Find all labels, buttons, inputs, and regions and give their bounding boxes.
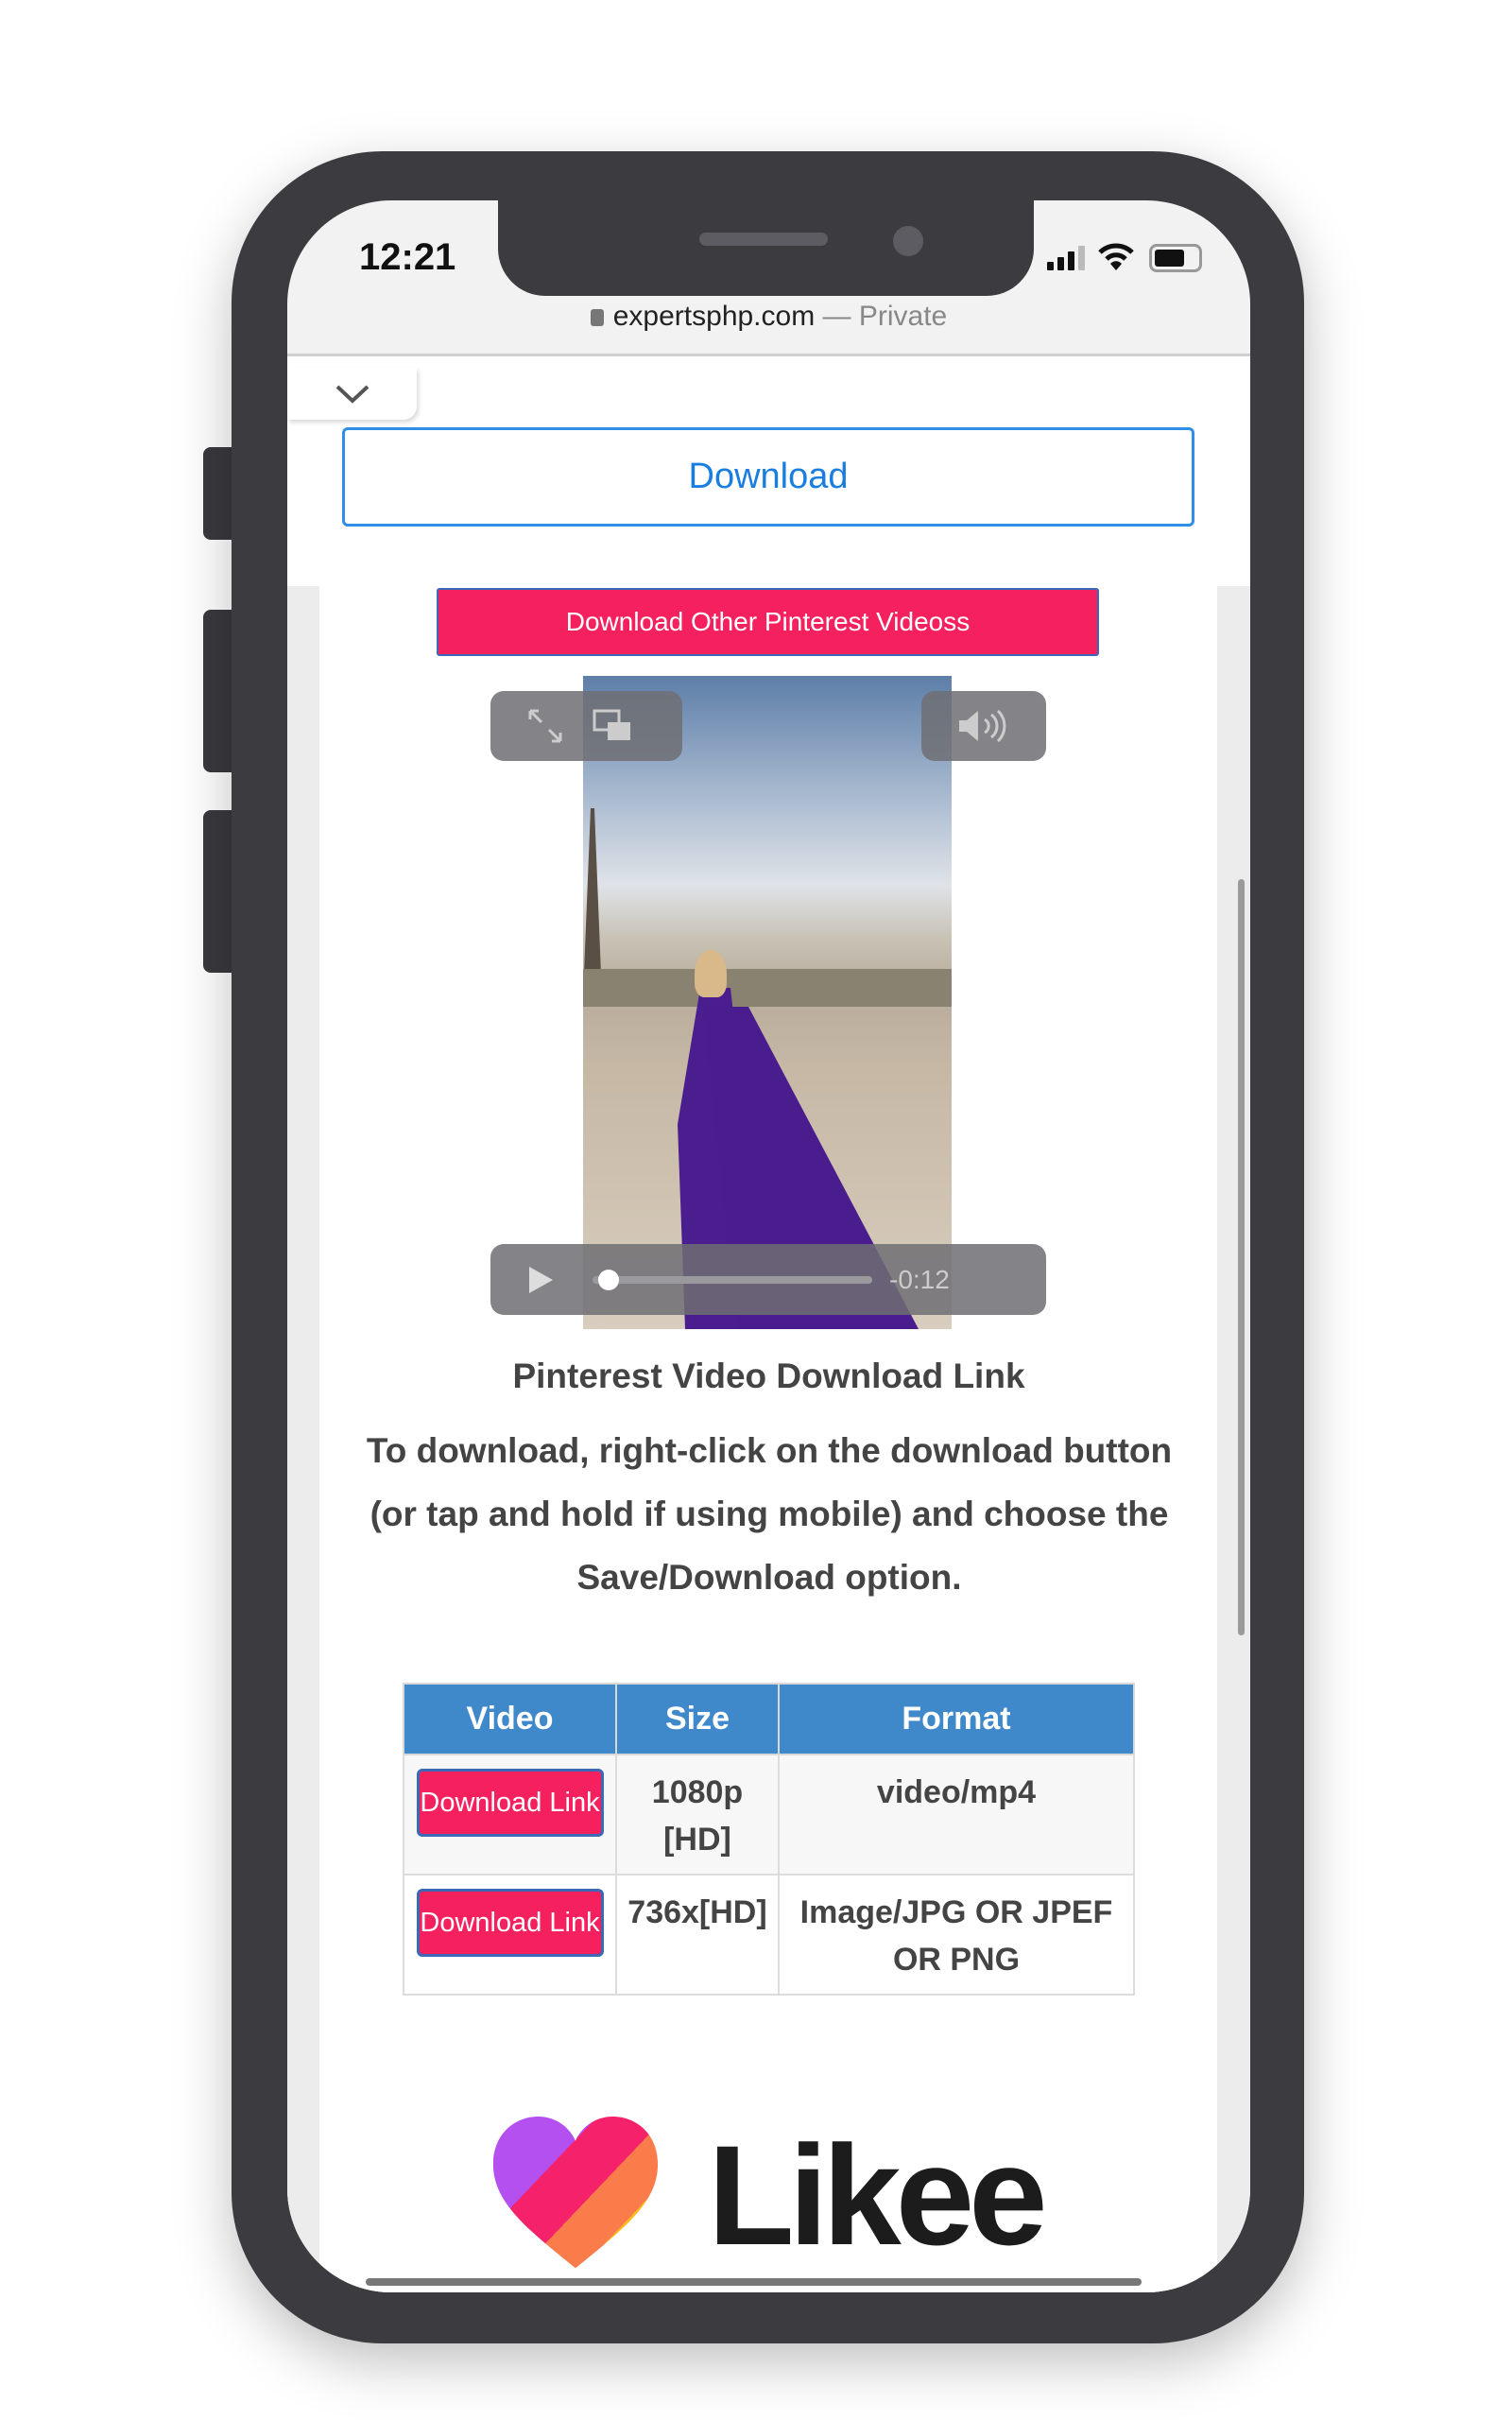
camera <box>893 226 923 256</box>
header-format: Format <box>778 1683 1135 1755</box>
web-page: Download Download Other Pinterest Videos… <box>287 356 1250 2292</box>
likee-logo: Likee <box>490 2117 1152 2273</box>
table-row: Download Link 1080p [HD] video/mp4 <box>403 1754 1135 1876</box>
signal-icon <box>1047 246 1085 270</box>
header-video: Video <box>403 1683 617 1755</box>
scrollbar[interactable] <box>1238 879 1245 1635</box>
play-icon[interactable] <box>526 1265 555 1295</box>
table-row: Download Link 736x[HD] Image/JPG OR JPEF… <box>403 1874 1135 1996</box>
section-title: Pinterest Video Download Link <box>512 1357 1025 1395</box>
heart-logo-icon <box>492 2117 659 2269</box>
size-cell: 1080p [HD] <box>615 1754 780 1876</box>
video-top-controls <box>490 691 682 761</box>
likee-wordmark: Likee <box>708 2116 1048 2274</box>
progress-slider[interactable] <box>593 1269 872 1290</box>
download-table: Video Size Format Download Link 1080p [H… <box>403 1683 1135 1996</box>
speaker <box>699 233 828 246</box>
remaining-time: -0:12 <box>889 1264 950 1294</box>
chevron-down-icon <box>335 385 369 404</box>
volume-button[interactable] <box>921 691 1046 761</box>
video-bottom-controls: -0:12 <box>490 1244 1046 1315</box>
video-player[interactable] <box>583 676 952 1329</box>
download-other-videos-button[interactable]: Download Other Pinterest Videoss <box>437 588 1099 656</box>
phone-screen: 12:21 expertsphp.com — Private Download … <box>287 200 1250 2292</box>
picture-in-picture-icon[interactable] <box>593 709 632 743</box>
lock-icon <box>590 309 604 326</box>
head <box>695 950 727 997</box>
volume-icon <box>959 709 1006 743</box>
address-bar[interactable]: expertsphp.com — Private <box>287 301 1250 333</box>
home-indicator[interactable] <box>366 2278 1142 2286</box>
battery-icon <box>1149 244 1202 272</box>
instructions-text: To download, right-click on the download… <box>366 1431 1173 1597</box>
wifi-icon <box>1098 243 1134 270</box>
download-link-button[interactable]: Download Link <box>416 1769 604 1837</box>
format-cell: video/mp4 <box>778 1754 1135 1876</box>
download-link-button[interactable]: Download Link <box>416 1889 604 1957</box>
fullscreen-icon[interactable] <box>526 707 564 745</box>
progress-knob[interactable] <box>597 1269 619 1290</box>
download-button[interactable]: Download <box>342 427 1194 527</box>
collapse-button[interactable] <box>287 368 417 420</box>
format-cell: Image/JPG OR JPEF OR PNG <box>778 1874 1135 1996</box>
size-cell: 736x[HD] <box>615 1874 780 1996</box>
notch <box>498 200 1034 296</box>
url-domain: expertsphp.com <box>612 301 816 332</box>
header-size: Size <box>615 1683 780 1755</box>
status-time: 12:21 <box>359 236 456 278</box>
private-label: Private <box>858 301 948 332</box>
horizon <box>583 969 952 1007</box>
